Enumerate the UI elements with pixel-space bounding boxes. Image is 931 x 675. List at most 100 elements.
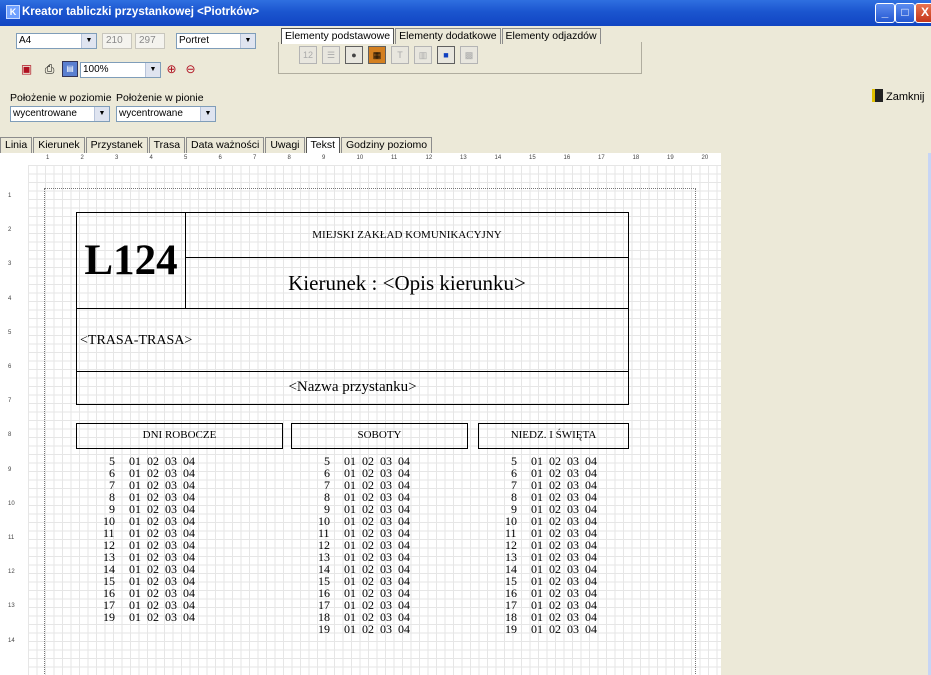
time-row[interactable]: 11 01 02 03 04 bbox=[505, 527, 655, 539]
time-row[interactable]: 11 01 02 03 04 bbox=[318, 527, 468, 539]
route-text[interactable]: <TRASA-TRASA> bbox=[80, 333, 192, 349]
chevron-down-icon[interactable]: ▼ bbox=[94, 107, 109, 121]
time-row[interactable]: 17 01 02 03 04 bbox=[505, 599, 655, 611]
time-row[interactable]: 6 01 02 03 04 bbox=[505, 467, 655, 479]
minute-cell[interactable]: 01 bbox=[531, 623, 543, 635]
time-row[interactable]: 7 01 02 03 04 bbox=[505, 479, 655, 491]
height-field[interactable]: 297 bbox=[135, 33, 165, 49]
time-row[interactable]: 7 01 02 03 04 bbox=[318, 479, 468, 491]
chevron-down-icon[interactable]: ▼ bbox=[240, 34, 255, 48]
tab-linia[interactable]: Linia bbox=[0, 137, 33, 153]
zoom-select[interactable]: 100% ▼ bbox=[80, 62, 161, 78]
time-row[interactable]: 14 01 02 03 04 bbox=[505, 563, 655, 575]
time-row[interactable]: 8 01 02 03 04 bbox=[103, 491, 253, 503]
company-name[interactable]: MIEJSKI ZAKŁAD KOMUNIKACYJNY bbox=[185, 229, 629, 241]
time-row[interactable]: 16 01 02 03 04 bbox=[103, 587, 253, 599]
minute-cell[interactable]: 04 bbox=[183, 611, 195, 623]
column-header-sundays[interactable]: NIEDZ. I ŚWIĘTA bbox=[478, 429, 629, 441]
time-row[interactable]: 16 01 02 03 04 bbox=[505, 587, 655, 599]
time-row[interactable]: 19 01 02 03 04 bbox=[505, 623, 655, 635]
minute-cell[interactable]: 01 bbox=[129, 611, 141, 623]
time-row[interactable]: 14 01 02 03 04 bbox=[318, 563, 468, 575]
time-row[interactable]: 10 01 02 03 04 bbox=[505, 515, 655, 527]
time-row[interactable]: 7 01 02 03 04 bbox=[103, 479, 253, 491]
vertical-position-select[interactable]: wycentrowane ▼ bbox=[116, 106, 216, 122]
maximize-button[interactable]: □ bbox=[895, 3, 915, 23]
minute-cell[interactable]: 02 bbox=[147, 611, 159, 623]
direction-text[interactable]: Kierunek : <Opis kierunku> bbox=[185, 271, 629, 296]
circle-element-icon[interactable]: ● bbox=[345, 46, 363, 64]
minute-cell[interactable]: 02 bbox=[362, 623, 374, 635]
number-element-icon[interactable]: 12 bbox=[299, 46, 317, 64]
preview-icon[interactable]: ▣ bbox=[17, 60, 36, 79]
time-row[interactable]: 13 01 02 03 04 bbox=[505, 551, 655, 563]
time-row[interactable]: 10 01 02 03 04 bbox=[103, 515, 253, 527]
time-row[interactable]: 9 01 02 03 04 bbox=[318, 503, 468, 515]
paper-size-select[interactable]: A4 ▼ bbox=[16, 33, 97, 49]
grid-element-icon[interactable]: ▩ bbox=[460, 46, 478, 64]
tab-uwagi[interactable]: Uwagi bbox=[265, 137, 305, 153]
chevron-down-icon[interactable]: ▼ bbox=[81, 34, 96, 48]
hour-cell[interactable]: 19 bbox=[318, 623, 330, 635]
time-row[interactable]: 13 01 02 03 04 bbox=[318, 551, 468, 563]
time-row[interactable]: 9 01 02 03 04 bbox=[103, 503, 253, 515]
minute-cell[interactable]: 04 bbox=[585, 623, 597, 635]
clock-element-icon[interactable]: ▦ bbox=[368, 46, 386, 64]
time-row[interactable]: 18 01 02 03 04 bbox=[318, 611, 468, 623]
time-row[interactable]: 13 01 02 03 04 bbox=[103, 551, 253, 563]
tab-kierunek[interactable]: Kierunek bbox=[33, 137, 85, 153]
stop-name[interactable]: <Nazwa przystanku> bbox=[76, 379, 629, 396]
text-element-icon[interactable]: T bbox=[391, 46, 409, 64]
time-row[interactable]: 19 01 02 03 04 bbox=[103, 611, 253, 623]
page-icon[interactable]: ▤ bbox=[62, 61, 78, 77]
tab-data-waznosci[interactable]: Data ważności bbox=[186, 137, 265, 153]
time-row[interactable]: 5 01 02 03 04 bbox=[103, 455, 253, 467]
column-header-saturdays[interactable]: SOBOTY bbox=[291, 429, 468, 441]
chevron-down-icon[interactable]: ▼ bbox=[145, 63, 160, 77]
minute-cell[interactable]: 02 bbox=[549, 623, 561, 635]
tab-tekst[interactable]: Tekst bbox=[305, 137, 341, 153]
tab-godziny-poziomo[interactable]: Godziny poziomo bbox=[341, 137, 433, 153]
time-row[interactable]: 14 01 02 03 04 bbox=[103, 563, 253, 575]
time-row[interactable]: 15 01 02 03 04 bbox=[318, 575, 468, 587]
print-icon[interactable]: ⎙ bbox=[40, 60, 59, 79]
time-row[interactable]: 12 01 02 03 04 bbox=[318, 539, 468, 551]
time-row[interactable]: 8 01 02 03 04 bbox=[318, 491, 468, 503]
column-header-weekdays[interactable]: DNI ROBOCZE bbox=[76, 429, 283, 441]
minute-cell[interactable]: 03 bbox=[165, 611, 177, 623]
time-row[interactable]: 19 01 02 03 04 bbox=[318, 623, 468, 635]
hour-cell[interactable]: 19 bbox=[505, 623, 517, 635]
minute-cell[interactable]: 03 bbox=[380, 623, 392, 635]
horizontal-position-select[interactable]: wycentrowane ▼ bbox=[10, 106, 110, 122]
time-row[interactable]: 9 01 02 03 04 bbox=[505, 503, 655, 515]
orientation-select[interactable]: Portret ▼ bbox=[176, 33, 256, 49]
width-field[interactable]: 210 bbox=[102, 33, 132, 49]
time-row[interactable]: 5 01 02 03 04 bbox=[318, 455, 468, 467]
time-row[interactable]: 11 01 02 03 04 bbox=[103, 527, 253, 539]
time-row[interactable]: 17 01 02 03 04 bbox=[103, 599, 253, 611]
minimize-button[interactable]: _ bbox=[875, 3, 895, 23]
time-row[interactable]: 10 01 02 03 04 bbox=[318, 515, 468, 527]
hour-cell[interactable]: 19 bbox=[103, 611, 115, 623]
time-row[interactable]: 15 01 02 03 04 bbox=[103, 575, 253, 587]
zoom-in-icon[interactable]: ⊕ bbox=[162, 60, 181, 79]
tab-przystanek[interactable]: Przystanek bbox=[85, 137, 148, 153]
chevron-down-icon[interactable]: ▼ bbox=[200, 107, 215, 121]
tab-trasa[interactable]: Trasa bbox=[148, 137, 186, 153]
minute-cell[interactable]: 04 bbox=[398, 623, 410, 635]
line-number[interactable]: L124 bbox=[76, 238, 186, 284]
close-window-button[interactable]: X bbox=[915, 3, 931, 23]
time-row[interactable]: 12 01 02 03 04 bbox=[505, 539, 655, 551]
time-row[interactable]: 6 01 02 03 04 bbox=[103, 467, 253, 479]
time-row[interactable]: 15 01 02 03 04 bbox=[505, 575, 655, 587]
list-element-icon[interactable]: ☰ bbox=[322, 46, 340, 64]
time-row[interactable]: 16 01 02 03 04 bbox=[318, 587, 468, 599]
minute-cell[interactable]: 01 bbox=[344, 623, 356, 635]
time-row[interactable]: 5 01 02 03 04 bbox=[505, 455, 655, 467]
time-row[interactable]: 17 01 02 03 04 bbox=[318, 599, 468, 611]
frame-element-icon[interactable]: ■ bbox=[437, 46, 455, 64]
time-row[interactable]: 6 01 02 03 04 bbox=[318, 467, 468, 479]
minute-cell[interactable]: 03 bbox=[567, 623, 579, 635]
table-element-icon[interactable]: ▥ bbox=[414, 46, 432, 64]
time-row[interactable]: 8 01 02 03 04 bbox=[505, 491, 655, 503]
